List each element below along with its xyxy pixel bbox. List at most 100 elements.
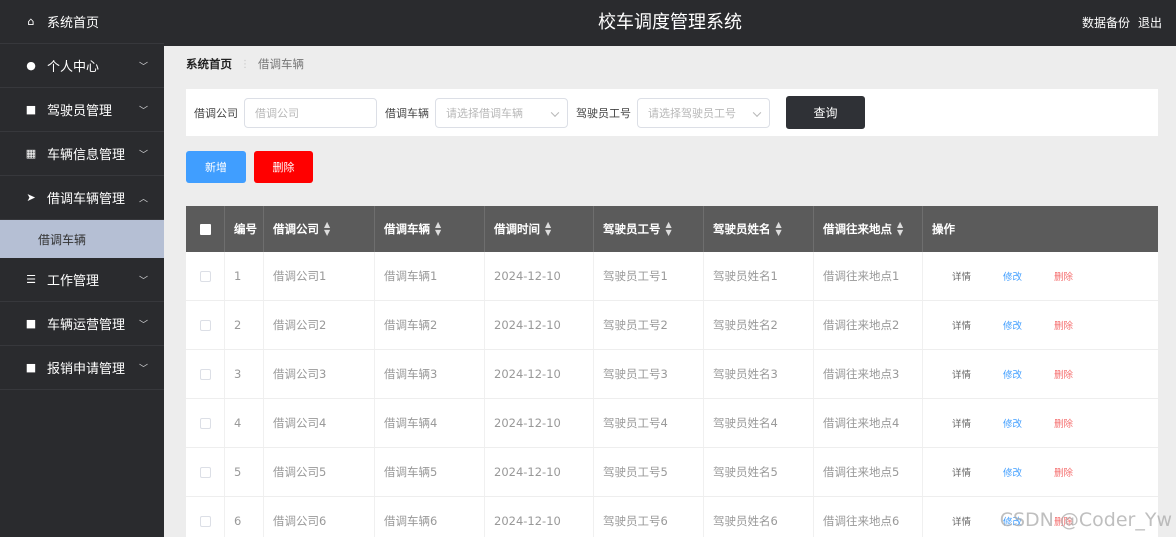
send-icon: ➤ [26,191,36,204]
sort-icon[interactable]: ▲ ▼ [545,221,551,237]
cell-text: 6 [234,514,242,528]
cell-text: 2024-12-10 [494,269,561,283]
cell-text: 驾驶员工号2 [603,318,668,332]
cell-time: 2024-12-10 [485,350,594,398]
sort-icon[interactable]: ▲ ▼ [666,221,672,237]
column-header-company[interactable]: 借调公司 ▲ ▼ [264,206,375,252]
cell-text: 借调车辆6 [384,514,438,528]
detail-link[interactable]: 详情 [952,465,971,479]
table-row: 1 借调公司1 借调车辆1 2024-12-10 驾驶员工号1 驾驶员姓名1 借调往来地点1… [186,252,1158,301]
delete-link[interactable]: 删除 [1054,416,1073,430]
row-checkbox[interactable] [199,319,211,331]
breadcrumb-current: 借调车辆 [258,57,304,71]
delete-link[interactable]: 删除 [1054,318,1073,332]
main-content: 系统首页 ⋮ 借调车辆 借调公司 借调公司 借调车辆 请选择借调车辆 驾驶员工号… [164,46,1176,537]
edit-link[interactable]: 修改 [1003,318,1022,332]
sidebar-subitem-borrowed-vehicle[interactable]: 借调车辆 [0,220,164,258]
vehicle-select[interactable]: 请选择借调车辆 [435,97,568,128]
edit-link[interactable]: 修改 [1003,367,1022,381]
cell-id: 2 [225,301,264,349]
row-checkbox[interactable] [199,417,211,429]
logout-link[interactable]: 退出 [1138,0,1162,46]
sidebar-item-home[interactable]: ⌂ 系统首页 [0,0,164,44]
row-checkbox-cell [186,301,225,349]
cell-company: 借调公司6 [264,497,375,537]
row-checkbox[interactable] [199,270,211,282]
row-checkbox[interactable] [199,466,211,478]
row-checkbox-cell [186,497,225,537]
query-button[interactable]: 查询 [786,96,865,129]
cell-id: 5 [225,448,264,496]
chevron-down-icon: ﹀ [138,150,148,160]
sort-icon[interactable]: ▲ ▼ [324,221,330,237]
cell-company: 借调公司2 [264,301,375,349]
column-header-driver-no[interactable]: 驾驶员工号 ▲ ▼ [594,206,704,252]
cell-text: 借调往来地点1 [823,269,900,283]
column-header-label: 借调往来地点 [823,222,892,236]
delete-link[interactable]: 删除 [1054,465,1073,479]
column-header-driver-name[interactable]: 驾驶员姓名 ▲ ▼ [704,206,814,252]
driver-no-select[interactable]: 请选择驾驶员工号 [637,97,770,128]
batch-delete-button[interactable]: 删除 [254,151,313,183]
chevron-down-icon: ﹀ [138,106,148,116]
sidebar-item-borrowed-vehicle-management[interactable]: ➤ 借调车辆管理 ︿ [0,176,164,220]
sidebar-item-personal-center[interactable]: ● 个人中心 ﹀ [0,44,164,88]
column-header-time[interactable]: 借调时间 ▲ ▼ [485,206,594,252]
column-header-label: 驾驶员姓名 [713,222,771,236]
sidebar-item-driver-management[interactable]: ■ 驾驶员管理 ﹀ [0,88,164,132]
detail-link[interactable]: 详情 [952,367,971,381]
cell-vehicle: 借调车辆6 [375,497,485,537]
edit-link[interactable]: 修改 [1003,269,1022,283]
breadcrumb-home[interactable]: 系统首页 [186,56,232,72]
cell-place: 借调往来地点6 [814,497,923,537]
row-checkbox-cell [186,252,225,300]
data-table: 编号 借调公司 ▲ ▼ 借调车辆 ▲ ▼ 借调时间 ▲ ▼ 驾驶员工号 ▲ ▼ 驾驶员姓名 ▲ ▼ … [186,206,1158,537]
cell-text: 借调车辆4 [384,416,438,430]
sort-icon[interactable]: ▲ ▼ [776,221,782,237]
delete-link[interactable]: 删除 [1054,269,1073,283]
column-header-vehicle[interactable]: 借调车辆 ▲ ▼ [375,206,485,252]
cell-text: 2 [234,318,242,332]
sidebar-item-reimbursement[interactable]: ■ 报销申请管理 ﹀ [0,346,164,390]
cell-driver-name: 驾驶员姓名4 [704,399,814,447]
sidebar-item-vehicle-operation[interactable]: ■ 车辆运营管理 ﹀ [0,302,164,346]
cell-company: 借调公司4 [264,399,375,447]
column-header-label: 操作 [932,222,955,236]
select-all-checkbox[interactable] [199,223,211,235]
cell-text: 借调公司2 [273,318,327,332]
row-checkbox-cell [186,399,225,447]
cell-vehicle: 借调车辆1 [375,252,485,300]
column-header-label: 驾驶员工号 [603,222,661,236]
detail-link[interactable]: 详情 [952,269,971,283]
cell-text: 2024-12-10 [494,514,561,528]
cell-driver-no: 驾驶员工号4 [594,399,704,447]
chevron-down-icon [752,107,762,117]
row-checkbox[interactable] [199,515,211,527]
cell-company: 借调公司3 [264,350,375,398]
table-row: 4 借调公司4 借调车辆4 2024-12-10 驾驶员工号4 驾驶员姓名4 借调往来地点4… [186,399,1158,448]
edit-link[interactable]: 修改 [1003,465,1022,479]
sidebar-item-work-management[interactable]: ☰ 工作管理 ﹀ [0,258,164,302]
edit-link[interactable]: 修改 [1003,416,1022,430]
cell-vehicle: 借调车辆5 [375,448,485,496]
detail-link[interactable]: 详情 [952,318,971,332]
column-header-place[interactable]: 借调往来地点 ▲ ▼ [814,206,923,252]
cell-text: 借调公司6 [273,514,327,528]
row-checkbox[interactable] [199,368,211,380]
sidebar-item-label: 借调车辆管理 [47,192,126,207]
delete-link[interactable]: 删除 [1054,367,1073,381]
table-row: 3 借调公司3 借调车辆3 2024-12-10 驾驶员工号3 驾驶员姓名3 借调往来地点3… [186,350,1158,399]
sort-icon[interactable]: ▲ ▼ [897,221,903,237]
add-button[interactable]: 新增 [186,151,246,183]
row-checkbox-cell [186,350,225,398]
detail-link[interactable]: 详情 [952,416,971,430]
company-input[interactable]: 借调公司 [244,97,377,128]
sort-icon[interactable]: ▲ ▼ [435,221,441,237]
sidebar-item-label: 报销申请管理 [47,362,126,377]
cell-actions: 详情 修改 删除 [923,399,1158,447]
cell-vehicle: 借调车辆4 [375,399,485,447]
data-backup-link[interactable]: 数据备份 [1082,0,1130,46]
grid-icon: ■ [25,317,37,330]
detail-link[interactable]: 详情 [952,514,971,528]
sidebar-item-vehicle-info[interactable]: ▦ 车辆信息管理 ﹀ [0,132,164,176]
